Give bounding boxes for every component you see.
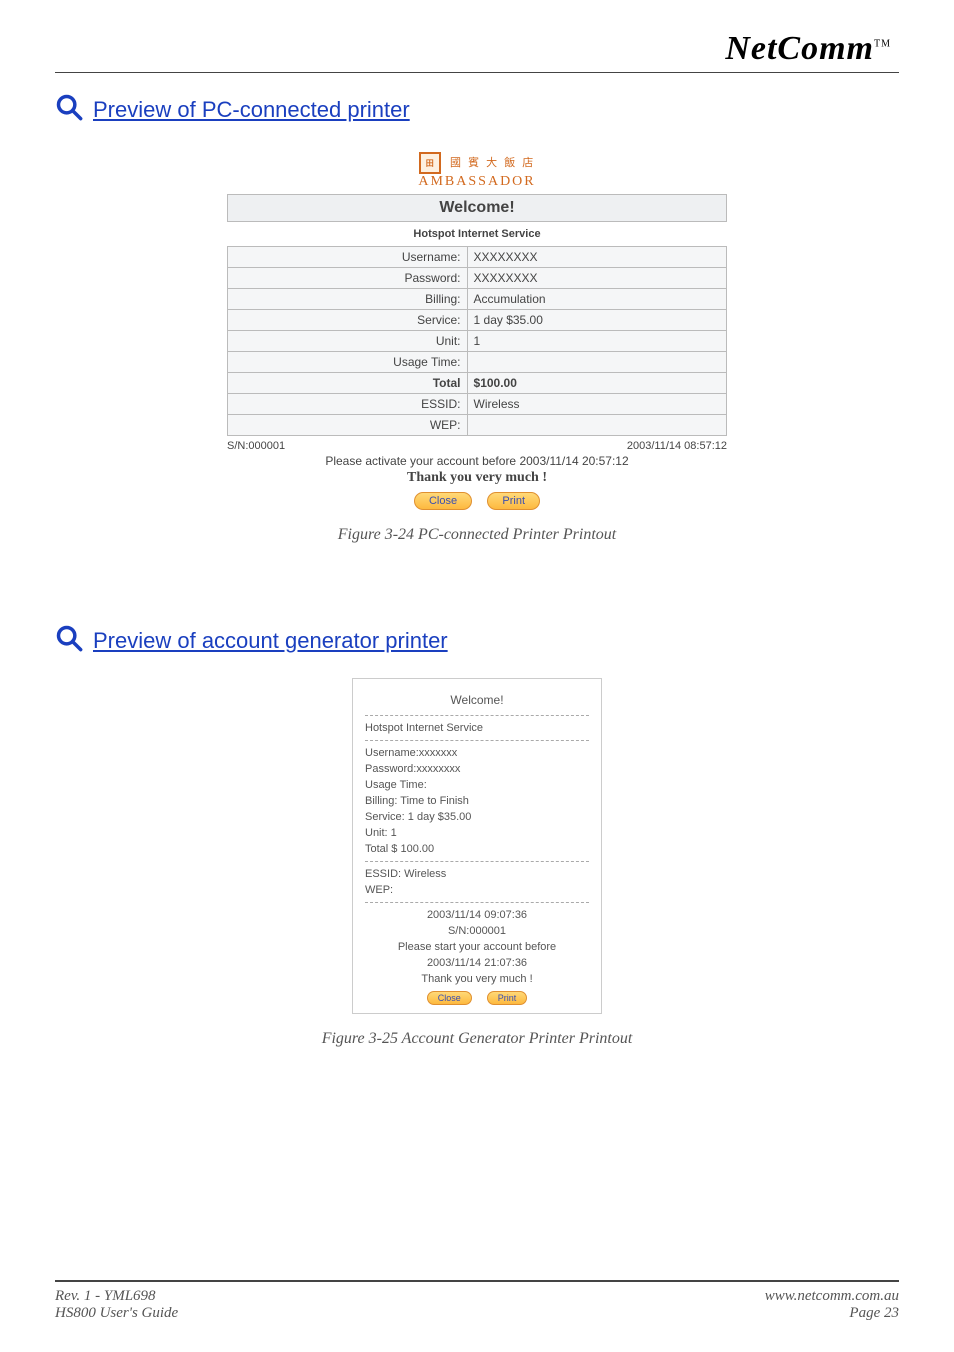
welcome-header: Welcome! bbox=[227, 194, 727, 222]
username-label: Username: bbox=[228, 247, 468, 268]
usage-value bbox=[467, 352, 726, 373]
billing-label: Billing: bbox=[228, 289, 468, 310]
table-row: Password:XXXXXXXX bbox=[228, 268, 727, 289]
hotel-logo-icon: 田 bbox=[419, 152, 441, 174]
wep-label: WEP: bbox=[228, 415, 468, 436]
account-generator-receipt: Welcome! Hotspot Internet Service Userna… bbox=[352, 678, 602, 1014]
footer-page: Page 23 bbox=[849, 1305, 899, 1322]
preview-link-text: Preview of account generator printer bbox=[93, 628, 448, 654]
service-label: Service: bbox=[228, 310, 468, 331]
wep-value bbox=[467, 415, 726, 436]
password-value: XXXXXXXX bbox=[467, 268, 726, 289]
hotel-name-chinese: 國 賓 大 飯 店 bbox=[450, 157, 535, 169]
unit-label: Unit: bbox=[228, 331, 468, 352]
button-row: Close Print bbox=[227, 492, 727, 510]
footer-divider bbox=[55, 1280, 899, 1282]
thank-text: Thank you very much ! bbox=[227, 470, 727, 486]
sn-timestamp-row: S/N:000001 2003/11/14 08:57:12 bbox=[227, 440, 727, 452]
fields-table: Username:XXXXXXXX Password:XXXXXXXX Bill… bbox=[227, 246, 727, 436]
hotel-name-english: AMBASSADOR bbox=[418, 174, 535, 189]
close-button[interactable]: Close bbox=[427, 991, 472, 1005]
close-button[interactable]: Close bbox=[414, 492, 472, 510]
service-title: Hotspot Internet Service bbox=[227, 222, 727, 246]
receipt-service: Hotspot Internet Service bbox=[365, 722, 589, 734]
usage-label: Usage Time: bbox=[228, 352, 468, 373]
table-row: Billing:Accumulation bbox=[228, 289, 727, 310]
service-value: 1 day $35.00 bbox=[467, 310, 726, 331]
receipt-unit: Unit: 1 bbox=[365, 827, 589, 839]
receipt-title: Welcome! bbox=[365, 693, 589, 707]
receipt-username: Username:xxxxxxx bbox=[365, 747, 589, 759]
footer-rev: Rev. 1 - YML698 bbox=[55, 1288, 156, 1305]
preview-link-text: Preview of PC-connected printer bbox=[93, 97, 410, 123]
receipt-activate2: 2003/11/14 21:07:36 bbox=[365, 957, 589, 969]
brand-logo: NetCommTM bbox=[55, 30, 899, 68]
print-button[interactable]: Print bbox=[487, 492, 540, 510]
unit-value: 1 bbox=[467, 331, 726, 352]
dashed-divider bbox=[365, 740, 589, 741]
username-value: XXXXXXXX bbox=[467, 247, 726, 268]
receipt-timestamp: 2003/11/14 09:07:36 bbox=[365, 909, 589, 921]
preview-account-generator-link[interactable]: Preview of account generator printer bbox=[55, 624, 448, 658]
dashed-divider bbox=[365, 902, 589, 903]
preview-pc-printer-link[interactable]: Preview of PC-connected printer bbox=[55, 93, 410, 127]
dashed-divider bbox=[365, 715, 589, 716]
footer-guide: HS800 User's Guide bbox=[55, 1305, 178, 1322]
receipt-usage: Usage Time: bbox=[365, 779, 589, 791]
figure-caption-1: Figure 3-24 PC-connected Printer Printou… bbox=[55, 526, 899, 544]
print-button[interactable]: Print bbox=[487, 991, 528, 1005]
page-footer: Rev. 1 - YML698 www.netcomm.com.au HS800… bbox=[55, 1280, 899, 1322]
receipt-service-line: Service: 1 day $35.00 bbox=[365, 811, 589, 823]
footer-url: www.netcomm.com.au bbox=[765, 1288, 899, 1305]
sn-text: S/N:000001 bbox=[227, 440, 285, 452]
figure-caption-2: Figure 3-25 Account Generator Printer Pr… bbox=[55, 1030, 899, 1048]
dashed-divider bbox=[365, 861, 589, 862]
receipt-wep: WEP: bbox=[365, 884, 589, 896]
total-label: Total bbox=[228, 373, 468, 394]
receipt-activate1: Please start your account before bbox=[365, 941, 589, 953]
brand-name: NetComm bbox=[725, 30, 874, 67]
receipt-button-row: Close Print bbox=[365, 991, 589, 1005]
activate-text: Please activate your account before 2003… bbox=[227, 454, 727, 468]
receipt-total: Total $ 100.00 bbox=[365, 843, 589, 855]
billing-value: Accumulation bbox=[467, 289, 726, 310]
magnifier-icon bbox=[55, 93, 83, 127]
header-divider bbox=[55, 72, 899, 73]
receipt-thank: Thank you very much ! bbox=[365, 973, 589, 985]
table-row: Service:1 day $35.00 bbox=[228, 310, 727, 331]
password-label: Password: bbox=[228, 268, 468, 289]
pc-printout: 田 國 賓 大 飯 店 AMBASSADOR Welcome! Hotspot … bbox=[227, 152, 727, 510]
table-row: Username:XXXXXXXX bbox=[228, 247, 727, 268]
table-row: Usage Time: bbox=[228, 352, 727, 373]
receipt-essid: ESSID: Wireless bbox=[365, 868, 589, 880]
table-row: WEP: bbox=[228, 415, 727, 436]
table-row: Unit:1 bbox=[228, 331, 727, 352]
hotel-logo: 田 國 賓 大 飯 店 AMBASSADOR bbox=[227, 152, 727, 190]
essid-label: ESSID: bbox=[228, 394, 468, 415]
receipt-password: Password:xxxxxxxx bbox=[365, 763, 589, 775]
receipt-billing: Billing: Time to Finish bbox=[365, 795, 589, 807]
receipt-sn: S/N:000001 bbox=[365, 925, 589, 937]
table-row: ESSID:Wireless bbox=[228, 394, 727, 415]
timestamp-text: 2003/11/14 08:57:12 bbox=[627, 440, 727, 452]
total-value: $100.00 bbox=[467, 373, 726, 394]
magnifier-icon bbox=[55, 624, 83, 658]
brand-tm: TM bbox=[874, 39, 891, 50]
table-row-total: Total$100.00 bbox=[228, 373, 727, 394]
essid-value: Wireless bbox=[467, 394, 726, 415]
